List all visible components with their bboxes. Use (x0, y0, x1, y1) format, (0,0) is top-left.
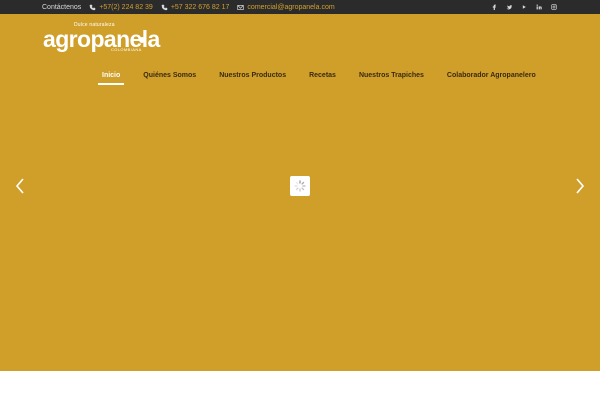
nav-item-inicio[interactable]: Inicio (98, 72, 125, 85)
site-logo[interactable]: Dulce naturaleza agropanela COLOMBIANA (43, 21, 160, 59)
email: comercial@agropanela.com (247, 3, 335, 11)
top-bar: Contáctenos +57(2) 224 82 39 +57 322 676… (0, 0, 600, 14)
page-content-area (0, 371, 600, 400)
contact-info: Contáctenos +57(2) 224 82 39 +57 322 676… (42, 0, 335, 14)
nav-item-nuestros-trapiches[interactable]: Nuestros Trapiches (355, 72, 428, 79)
email-link[interactable]: comercial@agropanela.com (237, 3, 335, 11)
slider-prev-button[interactable] (13, 176, 27, 196)
phone-2-link[interactable]: +57 322 676 82 17 (161, 3, 230, 11)
chevron-left-icon (15, 178, 24, 194)
twitter-icon[interactable] (506, 4, 512, 10)
site-header: Dulce naturaleza agropanela COLOMBIANA I… (0, 14, 600, 93)
nav-item-quienes-somos[interactable]: Quiénes Somos (139, 72, 200, 79)
nav-item-nuestros-productos[interactable]: Nuestros Productos (215, 72, 290, 79)
phone-1: +57(2) 224 82 39 (99, 3, 153, 11)
social-links (491, 0, 557, 14)
logo-subtitle: COLOMBIANA (111, 47, 142, 52)
phone-icon (161, 4, 168, 10)
slider-loader (290, 176, 310, 196)
logo-dot (139, 37, 145, 43)
phone-2: +57 322 676 82 17 (170, 3, 230, 11)
main-nav: Inicio Quiénes Somos Nuestros Productos … (98, 67, 540, 85)
nav-item-colaborador-agropanelero[interactable]: Colaborador Agropanelero (443, 72, 540, 79)
youtube-icon[interactable] (521, 4, 527, 10)
slider-next-button[interactable] (573, 176, 587, 196)
nav-item-recetas[interactable]: Recetas (305, 72, 340, 79)
contact-label: Contáctenos (42, 3, 82, 11)
envelope-icon (237, 4, 245, 10)
instagram-icon[interactable] (551, 4, 557, 10)
linkedin-icon[interactable] (536, 4, 542, 10)
phone-icon (90, 4, 96, 10)
spinner-icon (294, 180, 306, 192)
hero-slider (0, 92, 600, 371)
phone-1-link[interactable]: +57(2) 224 82 39 (89, 4, 153, 11)
chevron-right-icon (576, 178, 585, 194)
facebook-icon[interactable] (491, 4, 497, 10)
